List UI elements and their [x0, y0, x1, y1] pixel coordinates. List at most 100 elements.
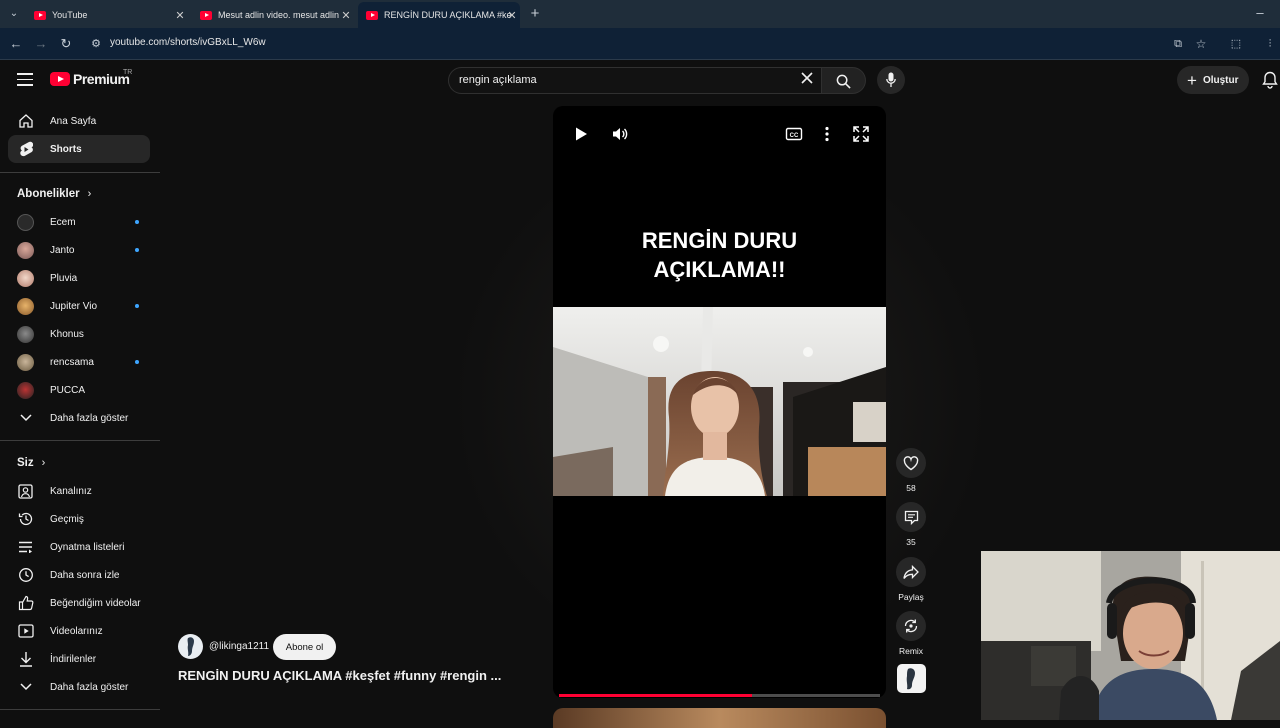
subscriptions-header[interactable]: Abonelikler ›: [17, 188, 91, 200]
you-header[interactable]: Siz ›: [17, 457, 45, 469]
browser-tab-rengin[interactable]: RENGİN DURU AÇIKLAMA #keşfet ✕: [358, 2, 520, 28]
sidebar-item-home[interactable]: Ana Sayfa: [8, 107, 150, 135]
sidebar: Ana Sayfa Shorts Abonelikler › Ecem Jant…: [0, 101, 160, 720]
menu-hamburger-icon[interactable]: [17, 73, 33, 86]
browser-tab-mesut[interactable]: Mesut adlin video. mesut adlin ✕: [192, 2, 354, 28]
history-icon: [17, 511, 34, 528]
sidebar-item-shorts[interactable]: Shorts: [8, 135, 150, 163]
share-button[interactable]: Paylaş: [896, 557, 926, 602]
show-more-you[interactable]: Daha fazla göster: [8, 673, 150, 701]
show-more-subscriptions[interactable]: Daha fazla göster: [8, 404, 150, 432]
site-settings-icon[interactable]: ⚙: [88, 36, 104, 52]
remix-label: Remix: [898, 646, 924, 656]
subscribe-button[interactable]: Abone ol: [273, 634, 336, 660]
close-tab-icon[interactable]: ✕: [338, 9, 354, 22]
subscription-item-jupiter-vio[interactable]: Jupiter Vio: [8, 292, 150, 320]
short-caption[interactable]: RENGİN DURU AÇIKLAMA #keşfet #funny #ren…: [178, 668, 501, 683]
minimize-window-icon[interactable]: –: [1252, 5, 1268, 21]
search-box[interactable]: [448, 67, 822, 94]
webcam-overlay-image: [981, 551, 1280, 720]
you-title: Siz: [17, 457, 34, 469]
bookmark-star-icon[interactable]: ☆: [1193, 36, 1209, 52]
more-options-icon[interactable]: [817, 124, 837, 144]
sidebar-item-downloads[interactable]: İndirilenler: [8, 645, 150, 673]
voice-search-button[interactable]: [877, 66, 905, 94]
captions-icon[interactable]: CC: [784, 124, 804, 144]
youtube-logo-icon: [50, 72, 70, 86]
video-progress-bar[interactable]: [559, 694, 880, 697]
country-code: TR: [123, 69, 133, 76]
tab-list-chevron-icon[interactable]: ⌄: [6, 6, 22, 22]
sidebar-item-label: Kanalınız: [50, 485, 92, 497]
sidebar-item-your-channel[interactable]: Kanalınız: [8, 477, 150, 505]
chevron-down-icon: [17, 679, 34, 696]
video-overlay-title: RENGİN DURU AÇIKLAMA!!: [553, 226, 886, 284]
channel-avatar: [17, 325, 34, 343]
sound-thumbnail[interactable]: [897, 664, 926, 693]
shorts-video-player[interactable]: CC RENGİN DURU AÇIKLAMA!!: [553, 106, 886, 698]
sidebar-item-your-videos[interactable]: Videolarınız: [8, 617, 150, 645]
subscription-label: Pluvia: [50, 272, 78, 284]
close-tab-icon[interactable]: ✕: [504, 9, 520, 22]
logo-text: Premium: [73, 71, 130, 87]
sidebar-item-playlists[interactable]: Oynatma listeleri: [8, 533, 150, 561]
youtube-premium-logo[interactable]: Premium TR: [50, 69, 133, 87]
subscription-item-rencsama[interactable]: rencsama: [8, 348, 150, 376]
subscription-item-janto[interactable]: Janto: [8, 236, 150, 264]
channel-icon: [17, 483, 34, 500]
subscription-item-ecem[interactable]: Ecem: [8, 208, 150, 236]
subscriptions-title: Abonelikler: [17, 188, 80, 200]
youtube-favicon-icon: [200, 10, 212, 20]
comment-icon: [896, 502, 926, 532]
svg-text:CC: CC: [790, 133, 799, 139]
reload-icon[interactable]: ↻: [58, 36, 74, 52]
remix-button[interactable]: Remix: [896, 611, 926, 656]
like-button[interactable]: 58: [896, 448, 926, 493]
channel-avatar[interactable]: [178, 634, 203, 659]
search-input[interactable]: [459, 74, 789, 86]
play-icon[interactable]: [571, 124, 591, 144]
sidebar-item-label: Ana Sayfa: [50, 115, 97, 127]
chevron-right-icon: ›: [41, 457, 46, 469]
share-label: Paylaş: [898, 592, 924, 602]
sidebar-item-label: İndirilenler: [50, 653, 97, 665]
channel-avatar: [17, 213, 34, 231]
remix-icon: [896, 611, 926, 641]
channel-handle[interactable]: @likinga1211: [209, 641, 269, 652]
sidebar-item-label: Videolarınız: [50, 625, 103, 637]
url-field[interactable]: youtube.com/shorts/ivGBxLL_W6w: [110, 37, 266, 48]
forward-arrow-icon[interactable]: →: [33, 36, 49, 52]
cast-icon[interactable]: ⧉: [1170, 36, 1186, 52]
extensions-icon[interactable]: ⬚: [1228, 36, 1244, 52]
video-frame-image: [553, 307, 886, 496]
fullscreen-icon[interactable]: [851, 124, 871, 144]
comments-button[interactable]: 35: [896, 502, 926, 547]
browser-tab-youtube[interactable]: YouTube ✕: [26, 2, 188, 28]
next-short-preview[interactable]: [553, 708, 886, 728]
subscription-item-khonus[interactable]: Khonus: [8, 320, 150, 348]
notifications-bell-icon[interactable]: [1262, 71, 1278, 89]
sidebar-item-history[interactable]: Geçmiş: [8, 505, 150, 533]
new-tab-button[interactable]: +: [527, 6, 543, 22]
create-button[interactable]: + Oluştur: [1177, 66, 1249, 94]
close-tab-icon[interactable]: ✕: [172, 9, 188, 22]
new-content-dot: [135, 360, 139, 364]
your-videos-icon: [17, 623, 34, 640]
heart-icon: [896, 448, 926, 478]
sidebar-icon[interactable]: ⫶: [1262, 36, 1278, 52]
channel-avatar: [17, 381, 34, 399]
search-button[interactable]: [822, 67, 866, 94]
volume-icon[interactable]: [610, 124, 630, 144]
like-count: 58: [906, 483, 916, 493]
clear-search-icon[interactable]: [801, 72, 813, 84]
subscription-item-pucca[interactable]: PUCCA: [8, 376, 150, 404]
back-arrow-icon[interactable]: ←: [8, 36, 24, 52]
subscription-item-pluvia[interactable]: Pluvia: [8, 264, 150, 292]
share-arrow-icon: [896, 557, 926, 587]
create-label: Oluştur: [1202, 74, 1239, 86]
sidebar-item-liked-videos[interactable]: Beğendiğim videolar: [8, 589, 150, 617]
sidebar-item-watch-later[interactable]: Daha sonra izle: [8, 561, 150, 589]
sidebar-item-label: Shorts: [50, 143, 82, 155]
browser-tab-bar: ⌄ YouTube ✕ Mesut adlin video. mesut adl…: [0, 0, 1280, 28]
overlay-title-line: AÇIKLAMA!!: [653, 257, 786, 282]
